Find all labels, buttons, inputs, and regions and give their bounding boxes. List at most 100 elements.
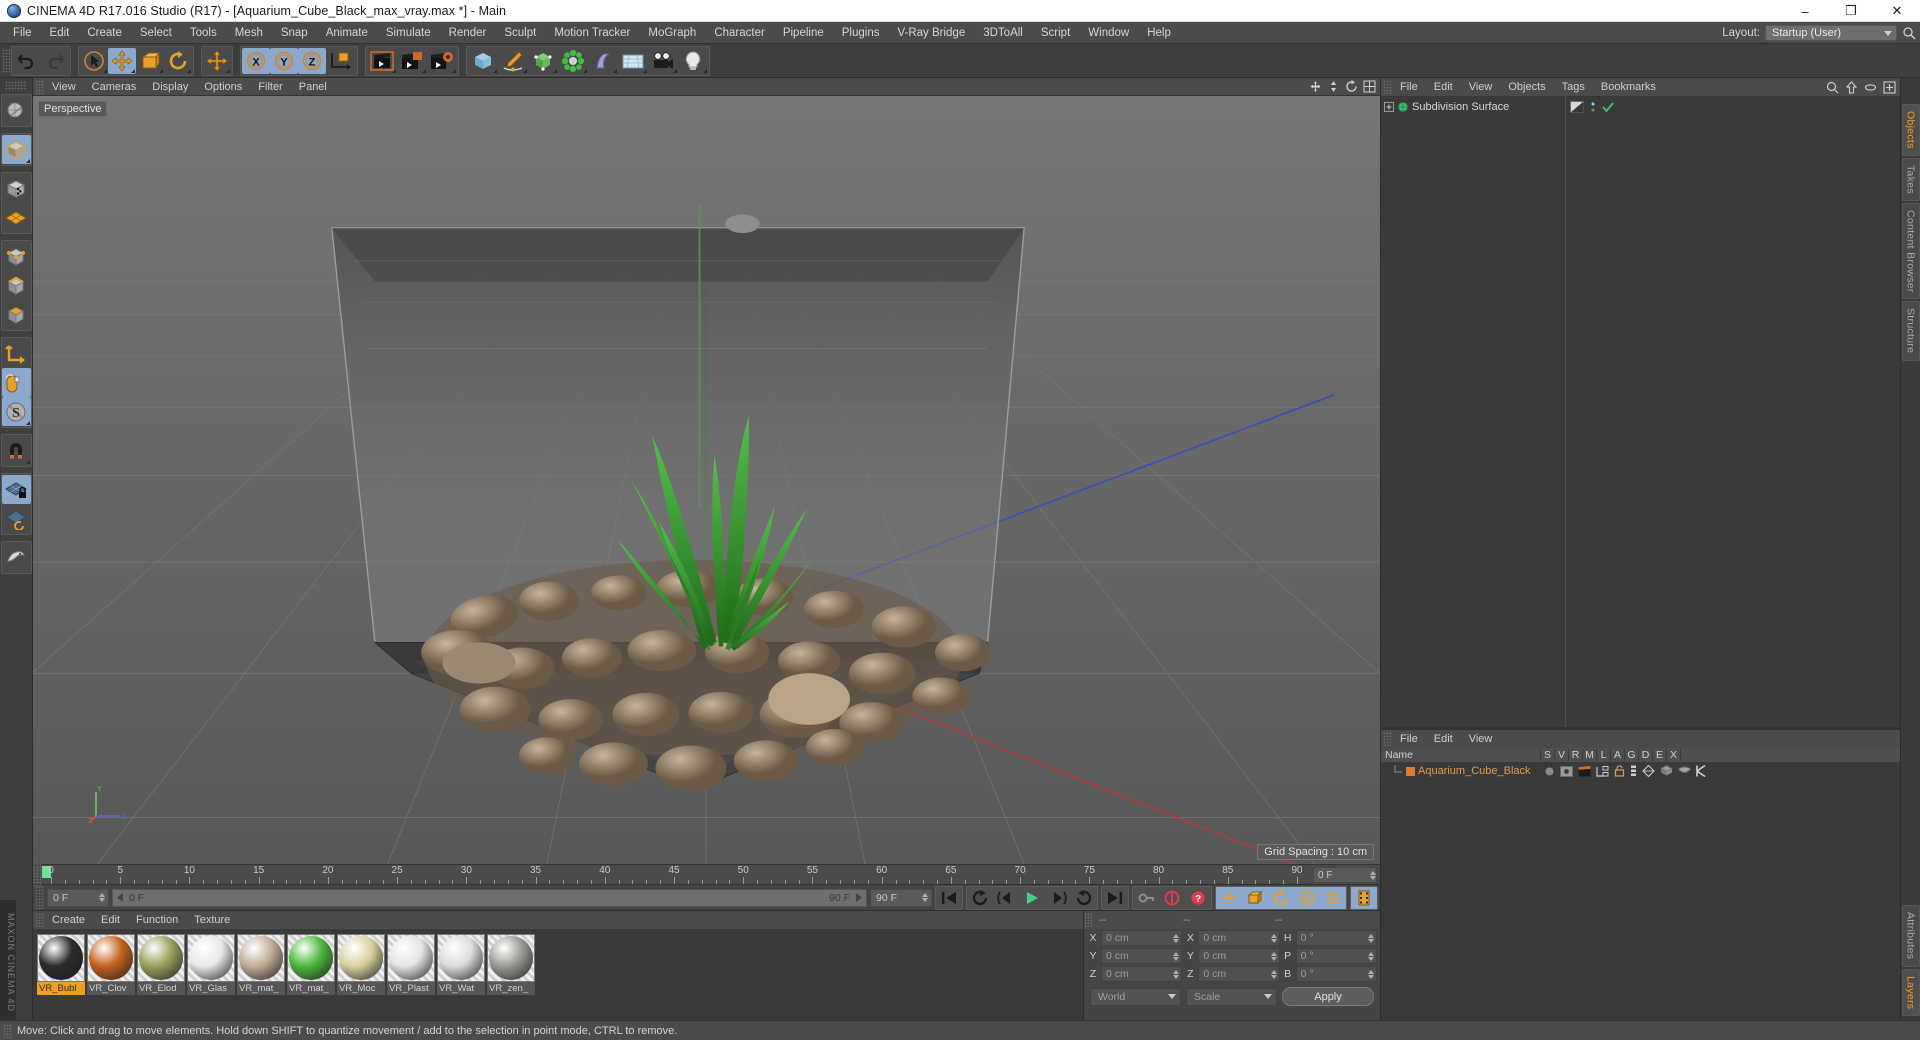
range-start-handle-icon[interactable] — [117, 893, 125, 902]
apply-button[interactable]: Apply — [1282, 987, 1374, 1006]
menu-item-edit[interactable]: Edit — [41, 24, 79, 42]
material-menu-function[interactable]: Function — [128, 912, 186, 928]
go-to-parent-icon[interactable] — [1845, 80, 1858, 94]
generator-toggle-icon[interactable] — [1641, 765, 1655, 777]
left-toolbar-gripper[interactable] — [5, 81, 27, 91]
move-tool-button[interactable] — [108, 47, 136, 74]
point-mode-icon[interactable] — [2, 242, 31, 271]
render-settings-button[interactable] — [427, 48, 457, 74]
menu-item-tools[interactable]: Tools — [181, 24, 226, 42]
object-manager-gripper[interactable] — [1383, 80, 1392, 94]
material-item[interactable]: VR_Wat — [437, 934, 485, 995]
lock-z-axis-button[interactable]: Z — [298, 47, 326, 74]
range-end-handle-icon[interactable] — [854, 893, 862, 902]
layout-dropdown[interactable]: Startup (User) — [1765, 25, 1897, 41]
menu-item-help[interactable]: Help — [1138, 24, 1180, 42]
environment-floor-button[interactable] — [618, 48, 648, 74]
material-item[interactable]: VR_Moc — [337, 934, 385, 995]
polygon-grid-icon[interactable] — [2, 203, 31, 232]
lock-y-axis-button[interactable]: Y — [270, 47, 298, 74]
workplane-lock-icon[interactable] — [1, 475, 31, 504]
object-manager-menu-tags[interactable]: Tags — [1554, 79, 1593, 95]
menu-item-window[interactable]: Window — [1079, 24, 1138, 42]
live-selection-button[interactable] — [80, 48, 108, 74]
layer-row[interactable]: Aquarium_Cube_Black — [1381, 763, 1900, 779]
viewport-solo-mouse-icon[interactable] — [1, 368, 31, 397]
coordinate-mode-dropdown[interactable]: Scale — [1186, 987, 1277, 1006]
menu-item-simulate[interactable]: Simulate — [377, 24, 440, 42]
viewport-menu-display[interactable]: Display — [144, 79, 196, 95]
side-tab-takes[interactable]: Takes — [1901, 157, 1920, 201]
menu-item-render[interactable]: Render — [440, 24, 496, 42]
coordinates-gripper[interactable] — [1084, 913, 1093, 927]
timeline-gripper[interactable] — [33, 863, 42, 887]
array-modeling-button[interactable] — [558, 48, 588, 74]
visibility-dots-icon[interactable] — [1588, 101, 1598, 113]
key-parameter-button[interactable]: P — [1294, 886, 1320, 909]
side-tab-attributes[interactable]: Attributes — [1901, 905, 1920, 967]
side-tab-objects[interactable]: Objects — [1901, 104, 1920, 156]
expression-toggle-icon[interactable] — [1677, 765, 1691, 777]
layer-manager-menu-edit[interactable]: Edit — [1426, 731, 1461, 747]
polygon-mode-icon[interactable] — [2, 300, 31, 329]
key-rotation-button[interactable] — [1268, 886, 1294, 909]
magnet-snap-icon[interactable] — [2, 436, 31, 465]
stepper-icon[interactable] — [1173, 951, 1180, 961]
stepper-icon[interactable] — [1367, 969, 1374, 979]
go-to-start-button[interactable] — [936, 887, 962, 909]
menu-item-3dtoall[interactable]: 3DToAll — [974, 24, 1032, 42]
material-item[interactable]: VR_zen_ — [487, 934, 535, 995]
close-button[interactable]: ✕ — [1874, 0, 1920, 22]
side-tab-structure[interactable]: Structure — [1901, 301, 1920, 361]
animation-toggle-icon[interactable] — [1630, 765, 1637, 777]
record-active-objects-button[interactable] — [1159, 887, 1185, 909]
stepper-icon[interactable] — [99, 893, 105, 902]
redo-button[interactable] — [41, 48, 69, 74]
object-manager-menu-file[interactable]: File — [1392, 79, 1426, 95]
stepper-icon[interactable] — [1367, 951, 1374, 961]
zoom-view-icon[interactable] — [1327, 80, 1340, 93]
step-forward-button[interactable] — [1045, 887, 1071, 909]
expand-all-icon[interactable] — [1883, 80, 1896, 94]
material-menu-create[interactable]: Create — [44, 912, 93, 928]
undo-button[interactable] — [13, 48, 41, 74]
make-editable-icon[interactable] — [2, 96, 31, 125]
material-item[interactable]: VR_Plast — [387, 934, 435, 995]
3d-viewport[interactable]: Perspective Grid Spacing : 10 cm Y X Z — [33, 96, 1380, 864]
material-item[interactable]: VR_Glas — [187, 934, 235, 995]
solo-toggle-icon[interactable] — [1544, 766, 1555, 777]
menu-item-script[interactable]: Script — [1032, 24, 1079, 42]
position-z-field[interactable]: 0 cm — [1101, 966, 1183, 982]
material-menu-edit[interactable]: Edit — [93, 912, 128, 928]
material-preview-sphere[interactable] — [387, 934, 435, 982]
layer-manager-menu-file[interactable]: File — [1392, 731, 1426, 747]
timeline-scrollbar[interactable]: 0 F 90 F — [112, 888, 867, 907]
cube-primitive-button[interactable] — [468, 48, 498, 74]
menu-item-snap[interactable]: Snap — [272, 24, 317, 42]
keyframe-help-button[interactable]: ? — [1185, 887, 1211, 909]
viewport-menu-gripper[interactable] — [35, 79, 44, 94]
visible-toggle-icon[interactable] — [1559, 765, 1573, 777]
side-tab-layers[interactable]: Layers — [1901, 968, 1920, 1016]
deformer-button[interactable] — [588, 48, 618, 74]
search-icon[interactable] — [1826, 81, 1839, 94]
scale-tool-button[interactable] — [136, 48, 164, 74]
menu-item-select[interactable]: Select — [131, 24, 181, 42]
material-preview-sphere[interactable] — [37, 934, 85, 982]
layer-rows[interactable]: Aquarium_Cube_Black — [1381, 763, 1900, 1020]
manager-toggle-icon[interactable] — [1595, 765, 1609, 777]
material-list[interactable]: VR_Bubl VR_Clov VR_Elod VR_Glas VR_mat_ VR_ma… — [33, 929, 1083, 1020]
stepper-icon[interactable] — [1173, 969, 1180, 979]
enabled-check-icon[interactable] — [1602, 101, 1614, 113]
lock-toggle-icon[interactable] — [1614, 765, 1625, 777]
layer-color-swatch[interactable] — [1406, 766, 1415, 776]
workplane-rotate-icon[interactable] — [2, 504, 31, 533]
key-position-button[interactable] — [1216, 886, 1242, 909]
menu-item-character[interactable]: Character — [705, 24, 774, 42]
material-preview-sphere[interactable] — [137, 934, 185, 982]
material-item[interactable]: VR_Elod — [137, 934, 185, 995]
stepper-icon[interactable] — [922, 893, 928, 902]
timeline-filmstrip-button[interactable] — [1351, 886, 1377, 909]
timeline-ticks[interactable]: 0 5 10 15 20 25 30 35 40 45 50 55 60 65 70 75 80 85 90 — [42, 865, 1310, 884]
end-frame-field[interactable]: 90 F — [870, 888, 932, 907]
